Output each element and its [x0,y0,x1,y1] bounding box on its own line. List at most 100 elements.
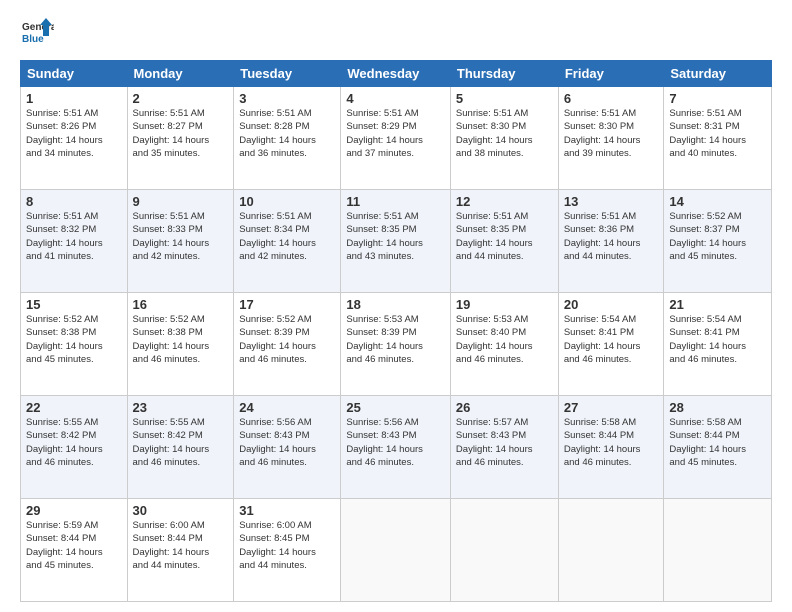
day-info: Sunrise: 5:51 AM Sunset: 8:29 PM Dayligh… [346,107,445,160]
day-info: Sunrise: 5:54 AM Sunset: 8:41 PM Dayligh… [669,313,766,366]
calendar-week-row: 8Sunrise: 5:51 AM Sunset: 8:32 PM Daylig… [21,190,772,293]
calendar-cell: 14Sunrise: 5:52 AM Sunset: 8:37 PM Dayli… [664,190,772,293]
day-number: 19 [456,297,553,312]
logo: General Blue [20,16,54,50]
day-info: Sunrise: 5:51 AM Sunset: 8:36 PM Dayligh… [564,210,659,263]
calendar-cell: 5Sunrise: 5:51 AM Sunset: 8:30 PM Daylig… [450,87,558,190]
day-info: Sunrise: 5:57 AM Sunset: 8:43 PM Dayligh… [456,416,553,469]
day-info: Sunrise: 5:52 AM Sunset: 8:39 PM Dayligh… [239,313,335,366]
calendar-cell: 10Sunrise: 5:51 AM Sunset: 8:34 PM Dayli… [234,190,341,293]
day-number: 16 [133,297,229,312]
day-number: 28 [669,400,766,415]
day-number: 22 [26,400,122,415]
day-number: 9 [133,194,229,209]
calendar-cell: 28Sunrise: 5:58 AM Sunset: 8:44 PM Dayli… [664,396,772,499]
day-number: 6 [564,91,659,106]
calendar-cell: 8Sunrise: 5:51 AM Sunset: 8:32 PM Daylig… [21,190,128,293]
calendar-cell: 27Sunrise: 5:58 AM Sunset: 8:44 PM Dayli… [558,396,664,499]
calendar-cell: 18Sunrise: 5:53 AM Sunset: 8:39 PM Dayli… [341,293,451,396]
calendar-cell: 2Sunrise: 5:51 AM Sunset: 8:27 PM Daylig… [127,87,234,190]
day-info: Sunrise: 5:51 AM Sunset: 8:27 PM Dayligh… [133,107,229,160]
day-info: Sunrise: 5:55 AM Sunset: 8:42 PM Dayligh… [26,416,122,469]
day-number: 14 [669,194,766,209]
calendar-cell: 3Sunrise: 5:51 AM Sunset: 8:28 PM Daylig… [234,87,341,190]
day-info: Sunrise: 5:56 AM Sunset: 8:43 PM Dayligh… [346,416,445,469]
day-number: 29 [26,503,122,518]
calendar-cell: 16Sunrise: 5:52 AM Sunset: 8:38 PM Dayli… [127,293,234,396]
day-info: Sunrise: 5:58 AM Sunset: 8:44 PM Dayligh… [669,416,766,469]
day-number: 23 [133,400,229,415]
calendar-cell: 31Sunrise: 6:00 AM Sunset: 8:45 PM Dayli… [234,499,341,602]
day-number: 15 [26,297,122,312]
day-info: Sunrise: 5:51 AM Sunset: 8:26 PM Dayligh… [26,107,122,160]
calendar-cell [450,499,558,602]
logo-svg: General Blue [20,16,54,50]
day-info: Sunrise: 5:53 AM Sunset: 8:40 PM Dayligh… [456,313,553,366]
calendar-cell: 7Sunrise: 5:51 AM Sunset: 8:31 PM Daylig… [664,87,772,190]
calendar-week-row: 1Sunrise: 5:51 AM Sunset: 8:26 PM Daylig… [21,87,772,190]
calendar-cell: 13Sunrise: 5:51 AM Sunset: 8:36 PM Dayli… [558,190,664,293]
calendar-cell: 12Sunrise: 5:51 AM Sunset: 8:35 PM Dayli… [450,190,558,293]
day-info: Sunrise: 5:54 AM Sunset: 8:41 PM Dayligh… [564,313,659,366]
day-info: Sunrise: 5:51 AM Sunset: 8:30 PM Dayligh… [564,107,659,160]
day-header-thursday: Thursday [450,61,558,87]
day-info: Sunrise: 5:51 AM Sunset: 8:34 PM Dayligh… [239,210,335,263]
day-info: Sunrise: 5:58 AM Sunset: 8:44 PM Dayligh… [564,416,659,469]
calendar-cell: 11Sunrise: 5:51 AM Sunset: 8:35 PM Dayli… [341,190,451,293]
calendar-cell: 15Sunrise: 5:52 AM Sunset: 8:38 PM Dayli… [21,293,128,396]
calendar-table: SundayMondayTuesdayWednesdayThursdayFrid… [20,60,772,602]
day-number: 3 [239,91,335,106]
day-number: 17 [239,297,335,312]
calendar-week-row: 22Sunrise: 5:55 AM Sunset: 8:42 PM Dayli… [21,396,772,499]
day-header-sunday: Sunday [21,61,128,87]
day-number: 4 [346,91,445,106]
calendar-cell: 24Sunrise: 5:56 AM Sunset: 8:43 PM Dayli… [234,396,341,499]
calendar-header-row: SundayMondayTuesdayWednesdayThursdayFrid… [21,61,772,87]
day-info: Sunrise: 6:00 AM Sunset: 8:44 PM Dayligh… [133,519,229,572]
day-number: 1 [26,91,122,106]
day-number: 27 [564,400,659,415]
calendar-week-row: 29Sunrise: 5:59 AM Sunset: 8:44 PM Dayli… [21,499,772,602]
day-info: Sunrise: 5:51 AM Sunset: 8:32 PM Dayligh… [26,210,122,263]
day-info: Sunrise: 5:51 AM Sunset: 8:35 PM Dayligh… [346,210,445,263]
day-info: Sunrise: 5:53 AM Sunset: 8:39 PM Dayligh… [346,313,445,366]
calendar-cell: 22Sunrise: 5:55 AM Sunset: 8:42 PM Dayli… [21,396,128,499]
day-number: 12 [456,194,553,209]
day-number: 2 [133,91,229,106]
calendar-cell [664,499,772,602]
calendar-cell: 9Sunrise: 5:51 AM Sunset: 8:33 PM Daylig… [127,190,234,293]
day-number: 20 [564,297,659,312]
day-number: 31 [239,503,335,518]
day-header-friday: Friday [558,61,664,87]
day-number: 24 [239,400,335,415]
day-number: 30 [133,503,229,518]
day-number: 25 [346,400,445,415]
page: General Blue SundayMondayTuesdayWednesda… [0,0,792,612]
calendar-cell: 29Sunrise: 5:59 AM Sunset: 8:44 PM Dayli… [21,499,128,602]
day-info: Sunrise: 5:51 AM Sunset: 8:35 PM Dayligh… [456,210,553,263]
day-number: 7 [669,91,766,106]
svg-text:Blue: Blue [22,34,44,45]
calendar-cell: 17Sunrise: 5:52 AM Sunset: 8:39 PM Dayli… [234,293,341,396]
calendar-cell: 19Sunrise: 5:53 AM Sunset: 8:40 PM Dayli… [450,293,558,396]
day-header-wednesday: Wednesday [341,61,451,87]
calendar-cell: 26Sunrise: 5:57 AM Sunset: 8:43 PM Dayli… [450,396,558,499]
day-number: 13 [564,194,659,209]
day-info: Sunrise: 5:59 AM Sunset: 8:44 PM Dayligh… [26,519,122,572]
day-number: 26 [456,400,553,415]
day-number: 21 [669,297,766,312]
day-info: Sunrise: 5:51 AM Sunset: 8:28 PM Dayligh… [239,107,335,160]
day-info: Sunrise: 5:51 AM Sunset: 8:33 PM Dayligh… [133,210,229,263]
calendar-cell [341,499,451,602]
calendar-cell [558,499,664,602]
day-info: Sunrise: 6:00 AM Sunset: 8:45 PM Dayligh… [239,519,335,572]
calendar-cell: 25Sunrise: 5:56 AM Sunset: 8:43 PM Dayli… [341,396,451,499]
day-header-saturday: Saturday [664,61,772,87]
day-number: 11 [346,194,445,209]
calendar-cell: 21Sunrise: 5:54 AM Sunset: 8:41 PM Dayli… [664,293,772,396]
day-info: Sunrise: 5:55 AM Sunset: 8:42 PM Dayligh… [133,416,229,469]
calendar-cell: 20Sunrise: 5:54 AM Sunset: 8:41 PM Dayli… [558,293,664,396]
calendar-cell: 4Sunrise: 5:51 AM Sunset: 8:29 PM Daylig… [341,87,451,190]
calendar-cell: 23Sunrise: 5:55 AM Sunset: 8:42 PM Dayli… [127,396,234,499]
calendar-cell: 30Sunrise: 6:00 AM Sunset: 8:44 PM Dayli… [127,499,234,602]
